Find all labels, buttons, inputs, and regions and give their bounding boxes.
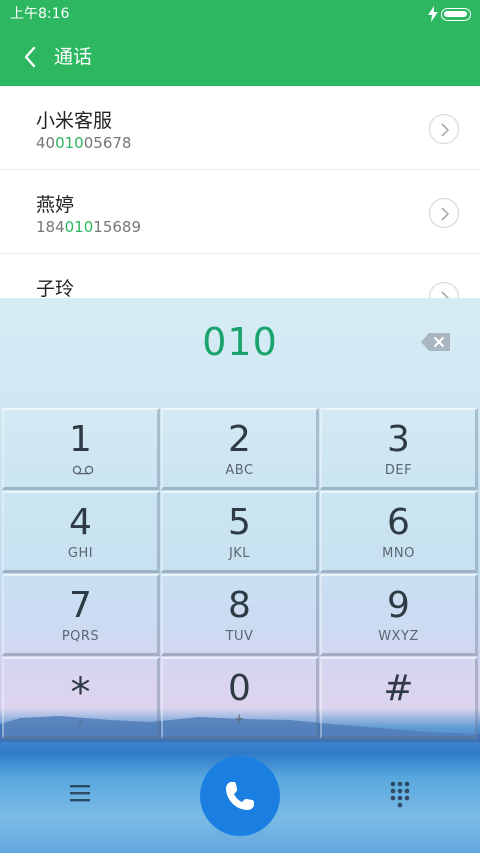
- key-3[interactable]: 3 DEF: [320, 408, 478, 490]
- dial-keypad: 1 2 ABC 3 DEF 4 GHI 5 JKL 6 MNO 7 PQRS 8…: [0, 408, 480, 739]
- key-digit: 4: [69, 502, 92, 543]
- dialer-action-bar: [0, 738, 480, 853]
- key-digit: 7: [69, 585, 92, 626]
- contact-detail-button[interactable]: [429, 282, 459, 298]
- contact-detail-button[interactable]: [429, 198, 459, 228]
- dialpad-icon[interactable]: [388, 780, 412, 808]
- dialer-panel: 010 1 2 ABC 3 DEF 4 GHI 5 JKL 6 MNO 7 PQ…: [0, 298, 480, 853]
- contact-detail-button[interactable]: [429, 114, 459, 144]
- key-9[interactable]: 9 WXYZ: [320, 574, 478, 656]
- key-letters: PQRS: [61, 629, 100, 644]
- key-digit: 1: [69, 419, 92, 460]
- key-4[interactable]: 4 GHI: [2, 491, 160, 573]
- key-digit: 8: [228, 585, 251, 626]
- key-letters: JKL: [228, 546, 251, 561]
- key-digit: 3: [387, 419, 410, 460]
- key-letters: GHI: [67, 546, 94, 561]
- chevron-right-icon: [441, 207, 450, 221]
- status-bar: 上午8:16: [0, 0, 480, 28]
- chevron-right-icon: [441, 123, 450, 137]
- contact-row[interactable]: 小米客服 4001005678: [0, 86, 480, 170]
- chevron-right-icon: [441, 291, 450, 298]
- contact-name: 小米客服: [36, 110, 113, 132]
- phone-icon: [226, 782, 254, 810]
- contact-row[interactable]: 子玲: [0, 254, 480, 298]
- number-match-highlight: 010: [55, 134, 84, 152]
- number-match-highlight: 010: [64, 218, 94, 236]
- key-letters: MNO: [382, 546, 415, 561]
- voicemail-icon: [72, 465, 94, 475]
- key-digit: #: [383, 668, 414, 709]
- key-digit: 6: [387, 502, 410, 543]
- contact-name: 燕婷: [36, 194, 75, 216]
- key-digit: 0: [228, 668, 251, 709]
- contact-list: 小米客服 4001005678 燕婷 18401015689 子玲: [0, 86, 480, 298]
- key-digit: *: [70, 670, 91, 716]
- contact-row[interactable]: 燕婷 18401015689: [0, 170, 480, 254]
- backspace-icon[interactable]: [420, 332, 452, 352]
- key-1[interactable]: 1: [2, 408, 160, 490]
- key-5[interactable]: 5 JKL: [161, 491, 319, 573]
- contact-number: 18401015689: [36, 218, 141, 236]
- key-digit: 5: [228, 502, 251, 543]
- key-letters: DEF: [384, 463, 413, 478]
- key-6[interactable]: 6 MNO: [320, 491, 478, 573]
- key-letters: TUV: [225, 629, 254, 644]
- status-time: 上午8:16: [10, 6, 70, 22]
- charging-icon: [428, 6, 438, 22]
- key-2[interactable]: 2 ABC: [161, 408, 319, 490]
- battery-icon: [441, 8, 471, 21]
- dial-display: 010: [0, 298, 480, 408]
- header: 上午8:16 通话: [0, 0, 480, 86]
- key-digit: 2: [228, 419, 251, 460]
- page-title: 通话: [54, 46, 93, 68]
- key-hash[interactable]: #: [320, 657, 478, 739]
- key-letters: ABC: [225, 463, 254, 478]
- key-7[interactable]: 7 PQRS: [2, 574, 160, 656]
- call-button[interactable]: [200, 756, 280, 836]
- key-star[interactable]: * ,: [2, 657, 160, 739]
- key-letters: WXYZ: [378, 629, 419, 644]
- contact-number: 4001005678: [36, 134, 132, 152]
- menu-icon[interactable]: [68, 782, 92, 804]
- contact-name: 子玲: [36, 278, 75, 298]
- back-chevron-icon[interactable]: [20, 44, 40, 70]
- app-bar: 通话: [0, 28, 480, 86]
- key-8[interactable]: 8 TUV: [161, 574, 319, 656]
- key-letters: ,: [78, 712, 83, 727]
- key-letters: +: [233, 712, 246, 727]
- dialed-number: 010: [202, 320, 278, 364]
- key-digit: 9: [387, 585, 410, 626]
- key-0[interactable]: 0 +: [161, 657, 319, 739]
